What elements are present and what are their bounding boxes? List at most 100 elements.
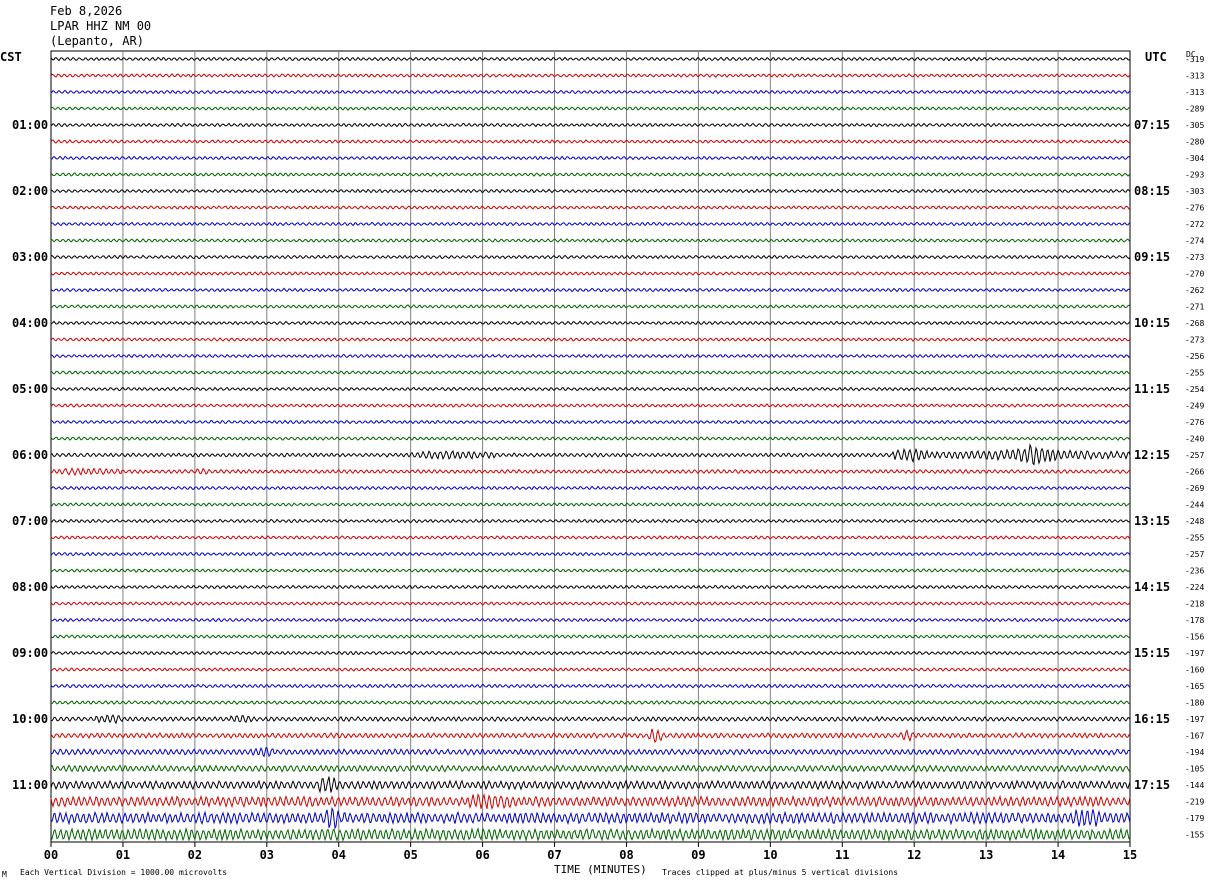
dc-offset-label: -319 [1185,55,1204,64]
corner-mark: M [2,870,7,879]
cst-hour-label: 07:00 [12,514,48,528]
dc-offset-label: -313 [1185,72,1204,81]
trace-row [50,254,1131,260]
dc-offset-label: -274 [1185,237,1204,246]
trace-row [50,746,1131,758]
trace-row [50,806,1131,830]
x-axis-label: TIME (MINUTES) [554,863,647,876]
trace-row [50,502,1131,507]
trace-row [50,271,1131,276]
trace-row [50,699,1131,706]
dc-offset-label: -156 [1185,633,1204,642]
cst-hour-label: 08:00 [12,580,48,594]
helicorder-plot: 00 01 02 03 04 05 06 07 08 09 10 11 12 13 14 15 -319 -313… [12,50,1204,862]
dc-offset-label: -280 [1185,138,1204,147]
trace-row [50,419,1131,425]
x-tick-label: 06 [475,848,489,862]
trace-row [50,139,1131,144]
utc-hour-label: 11:15 [1134,382,1170,396]
trace-row [50,353,1131,359]
dc-offset-label: -224 [1185,583,1204,592]
dc-offset-label: -244 [1185,501,1204,510]
trace-row [50,683,1131,689]
dc-offset-label: -268 [1185,319,1204,328]
trace-row [50,467,1131,477]
x-tick-label: 07 [547,848,561,862]
trace-row [50,56,1131,62]
cst-hour-label: 06:00 [12,448,48,462]
trace-row [50,826,1131,843]
trace-row [50,106,1130,111]
trace-row [50,793,1131,810]
utc-hour-label: 10:15 [1134,316,1170,330]
trace-row [50,370,1131,375]
trace-row [50,73,1131,78]
x-tick-label: 08 [619,848,633,862]
trace-row [50,617,1131,623]
trace-row [50,172,1131,177]
x-tick-label: 09 [691,848,705,862]
utc-hour-label: 08:15 [1134,184,1170,198]
trace-row [50,287,1131,293]
dc-offset-label: -262 [1185,286,1204,295]
dc-offset-label: -249 [1185,402,1204,411]
x-tick-label: 04 [332,848,346,862]
trace-row [50,568,1131,573]
x-tick-label: 15 [1123,848,1137,862]
x-tick-label: 13 [979,848,993,862]
trace-row [50,304,1131,309]
trace-row [50,485,1131,491]
trace-row [50,518,1131,524]
dc-offset-label: -257 [1185,451,1204,460]
dc-offset-label: -160 [1185,666,1204,675]
dc-offset-label: -276 [1185,204,1204,213]
dc-offset-label: -270 [1185,270,1204,279]
x-tick-label: 03 [260,848,274,862]
dc-offset-label: -155 [1185,831,1204,840]
dc-offset-label: -254 [1185,385,1204,394]
trace-row [50,443,1131,466]
dc-offset-label: -276 [1185,418,1204,427]
x-tick-label: 11 [835,848,849,862]
utc-hour-label: 15:15 [1134,646,1170,660]
trace-row [50,436,1131,441]
dc-offset-label: -167 [1185,732,1204,741]
trace-row [50,551,1131,557]
trace-row [50,601,1131,606]
trace-row [50,714,1131,725]
trace-row [50,205,1131,210]
dc-offset-label: -255 [1185,534,1204,543]
trace-row [50,764,1131,773]
x-tick-label: 12 [907,848,921,862]
dc-offset-label: -248 [1185,517,1204,526]
dc-offset-label: -255 [1185,369,1204,378]
trace-row [50,155,1131,161]
cst-hour-label: 01:00 [12,118,48,132]
vertical-division-note: Each Vertical Division = 1000.00 microvo… [20,868,228,877]
cst-hour-label: 05:00 [12,382,48,396]
clipping-note: Traces clipped at plus/minus 5 vertical … [662,868,899,877]
trace-row [50,337,1131,342]
dc-offset-label: -165 [1185,682,1204,691]
dc-offset-label: -303 [1185,187,1204,196]
utc-hour-label: 07:15 [1134,118,1170,132]
cst-hour-label: 04:00 [12,316,48,330]
dc-offset-label: -180 [1185,699,1204,708]
trace-row [50,634,1131,639]
trace-row [50,188,1131,194]
x-tick-label: 05 [403,848,417,862]
x-tick-label: 01 [116,848,130,862]
trace-row [50,728,1131,744]
trace-row [50,221,1131,227]
dc-offset-label: -272 [1185,220,1204,229]
dc-offset-label: -289 [1185,105,1204,114]
x-tick-label: 10 [763,848,777,862]
dc-offset-label: -179 [1185,814,1204,823]
dc-offset-label: -236 [1185,567,1204,576]
utc-hour-label: 14:15 [1134,580,1170,594]
trace-row [50,403,1131,408]
dc-offset-label: -257 [1185,550,1204,559]
dc-offset-label: -105 [1185,765,1204,774]
trace-row [50,386,1131,392]
dc-offset-label: -178 [1185,616,1204,625]
